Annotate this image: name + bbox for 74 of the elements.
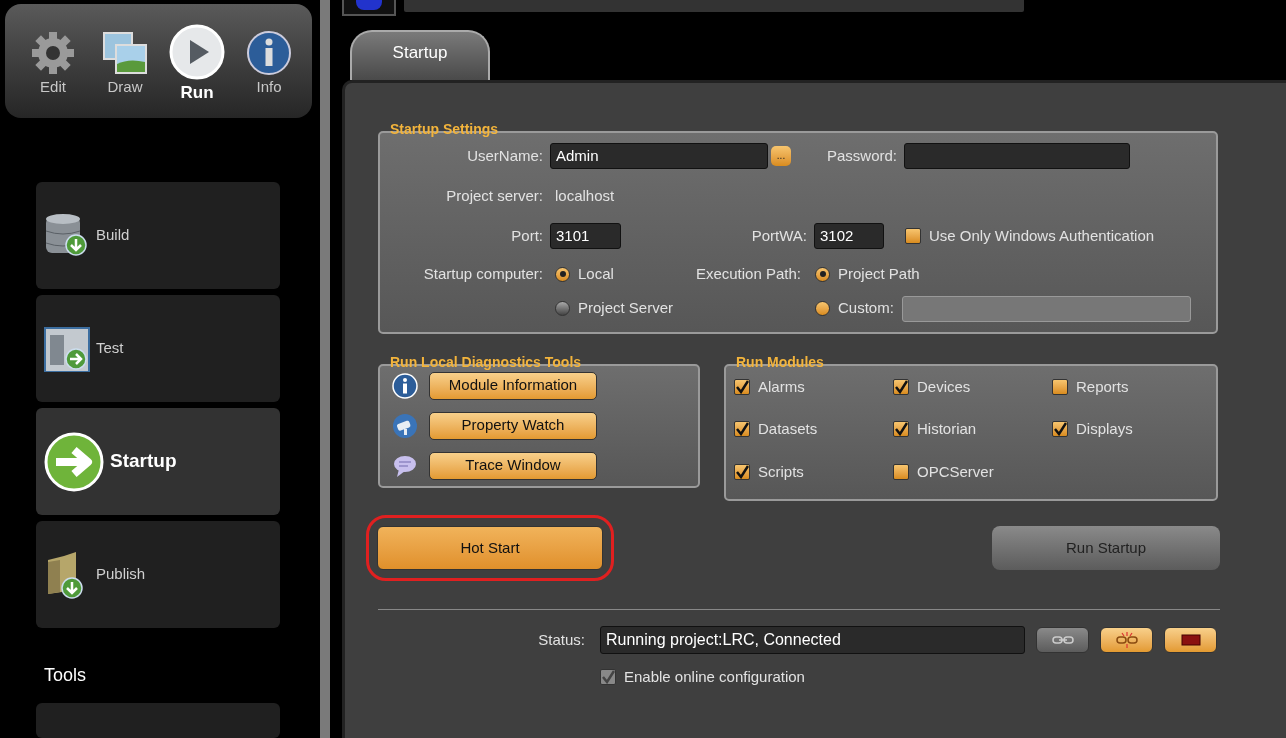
window-icon <box>44 325 90 372</box>
sidebar-item[interactable]: Startup <box>36 408 280 516</box>
checkbox[interactable] <box>1052 421 1068 438</box>
module-label: Scripts <box>758 461 804 482</box>
project-server-value: localhost <box>555 185 615 206</box>
status-label: Status: <box>537 629 585 650</box>
radio-label: Custom: <box>838 298 894 319</box>
play-icon <box>169 24 225 80</box>
module-label: Reports <box>1076 376 1129 397</box>
disconnect-button[interactable] <box>1100 627 1153 653</box>
checkbox[interactable] <box>734 421 750 438</box>
info-icon <box>392 372 418 399</box>
radio-button[interactable] <box>555 266 570 282</box>
info-icon <box>246 30 292 76</box>
module-label: Displays <box>1076 419 1133 439</box>
arrow-right-icon <box>44 431 104 492</box>
module-label: OPCServer <box>917 461 994 482</box>
startup-computer-label: Startup computer: <box>422 264 544 284</box>
link-icon <box>1051 635 1074 645</box>
tool-button[interactable]: Trace Window <box>429 451 597 480</box>
module-label: Devices <box>917 376 971 397</box>
execution-path-label: Execution Path: <box>694 264 801 284</box>
checkbox[interactable] <box>734 378 750 395</box>
radio-button[interactable] <box>815 266 830 282</box>
checkbox[interactable] <box>893 463 909 480</box>
checkbox[interactable] <box>905 228 921 244</box>
tools-heading: Tools <box>44 664 88 688</box>
sidebar-item[interactable]: Test <box>36 295 280 403</box>
camera-icon <box>392 412 418 439</box>
tool-button[interactable]: Module Information <box>429 371 597 400</box>
username-label: UserName: <box>466 145 544 166</box>
broken-link-icon <box>1115 632 1138 648</box>
mode-button[interactable]: Info <box>243 24 295 99</box>
custom-path-field[interactable] <box>901 295 1191 322</box>
project-server-label: Project server: <box>445 185 544 206</box>
browse-button[interactable]: ... <box>771 146 791 166</box>
portwa-field[interactable]: 3102 <box>814 223 884 249</box>
portwa-label: PortWA: <box>750 225 807 246</box>
tool-button[interactable]: Property Watch <box>429 411 597 440</box>
module-label: Alarms <box>758 376 805 397</box>
stop-button[interactable] <box>1164 627 1217 653</box>
group-title: Run Modules <box>735 353 825 370</box>
sidebar-item[interactable]: Publish <box>36 521 280 629</box>
stop-icon <box>1180 634 1201 646</box>
mode-button[interactable]: Run <box>171 24 223 106</box>
group-title: Startup Settings <box>389 121 500 137</box>
checkbox[interactable] <box>1052 378 1068 395</box>
checkbox[interactable] <box>893 421 909 438</box>
online-config-label: Enable online configuration <box>624 667 805 687</box>
windows-auth-label: Use Only Windows Authentication <box>929 225 1155 246</box>
tab[interactable]: Startup <box>350 30 490 80</box>
hot-start-button[interactable]: Hot Start <box>377 526 603 570</box>
port-field[interactable]: 3101 <box>550 223 621 249</box>
radio-label: Project Path <box>838 264 920 284</box>
status-field: Running project:LRC, Connected <box>600 626 1025 654</box>
username-field[interactable]: Admin <box>550 143 768 169</box>
password-field[interactable] <box>904 143 1130 169</box>
checkbox[interactable] <box>893 378 909 395</box>
port-label: Port: <box>510 225 544 246</box>
module-label: Historian <box>917 419 977 439</box>
database-icon <box>44 212 90 259</box>
password-label: Password: <box>825 145 897 166</box>
sidebar-item[interactable]: Build <box>36 182 280 290</box>
pictures-icon <box>101 30 149 76</box>
group-title: Run Local Diagnostics Tools <box>389 353 583 370</box>
app-logo <box>342 0 396 16</box>
checkbox[interactable] <box>734 463 750 480</box>
radio-button[interactable] <box>815 301 830 316</box>
mode-button[interactable]: Draw <box>99 24 151 99</box>
mode-button[interactable]: Edit <box>27 24 79 99</box>
module-label: Datasets <box>758 419 818 439</box>
gear-icon <box>30 30 76 76</box>
radio-label: Local <box>578 264 614 284</box>
radio-label: Project Server <box>578 298 674 319</box>
